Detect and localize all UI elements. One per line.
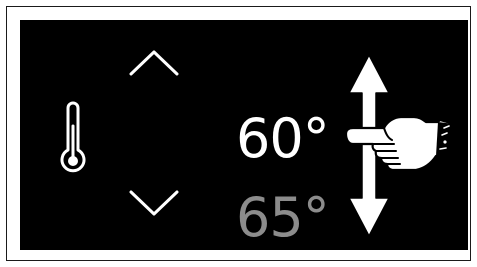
current-temperature: 60°: [236, 107, 330, 170]
chevron-down-icon[interactable]: [127, 188, 181, 218]
next-temperature: 65°: [236, 186, 330, 249]
pointing-hand-icon: [344, 115, 456, 172]
illustration-frame: 60° 65°: [6, 6, 471, 261]
thermometer-icon: [60, 101, 86, 173]
thermostat-screen[interactable]: 60° 65°: [20, 20, 468, 250]
chevron-up-icon[interactable]: [127, 48, 181, 78]
